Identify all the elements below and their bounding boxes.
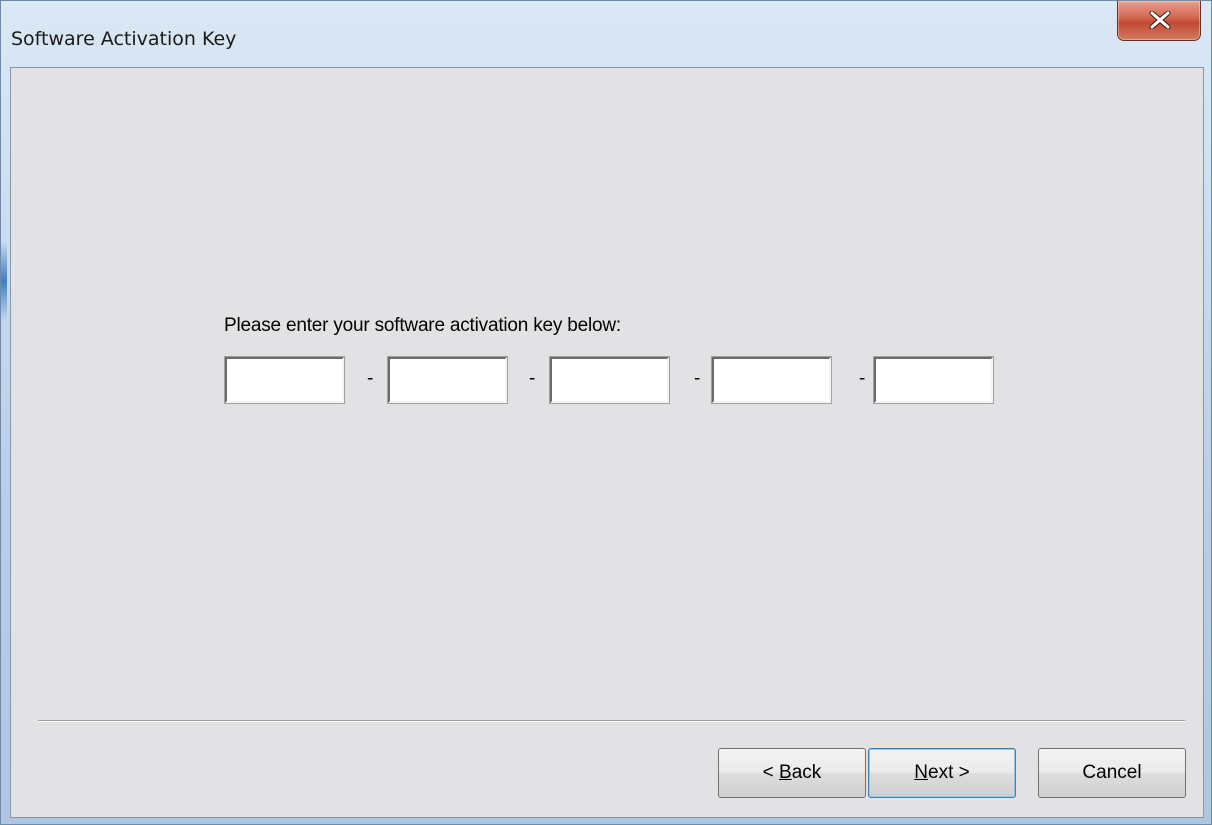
key-separator: -: [529, 368, 536, 389]
back-button-mnemonic: B: [779, 762, 792, 783]
next-button-label: ext >: [928, 762, 970, 783]
activation-key-field-5[interactable]: [873, 356, 994, 404]
back-button-label: ack: [791, 762, 822, 783]
close-button[interactable]: [1117, 1, 1201, 41]
window-title: Software Activation Key: [11, 28, 237, 50]
activation-key-field-3[interactable]: [549, 356, 670, 404]
back-button-prefix: <: [762, 762, 780, 783]
next-button-mnemonic: N: [914, 762, 928, 783]
key-separator: -: [367, 368, 374, 389]
cancel-button-label: Cancel: [1082, 762, 1142, 783]
activation-key-field-4[interactable]: [711, 356, 832, 404]
dialog-content: Please enter your software activation ke…: [10, 67, 1204, 818]
next-button[interactable]: Next >: [868, 748, 1016, 798]
dialog-window: Software Activation Key Please enter you…: [0, 0, 1212, 825]
cancel-button[interactable]: Cancel: [1038, 748, 1186, 798]
key-separator: -: [859, 368, 866, 389]
activation-prompt-label: Please enter your software activation ke…: [224, 315, 621, 336]
activation-key-field-2[interactable]: [387, 356, 508, 404]
back-button[interactable]: < Back: [718, 748, 866, 798]
close-icon: [1149, 11, 1171, 29]
title-bar[interactable]: Software Activation Key: [1, 1, 1211, 67]
button-area-divider: [38, 720, 1185, 722]
key-separator: -: [694, 368, 701, 389]
activation-key-field-1[interactable]: [224, 356, 345, 404]
